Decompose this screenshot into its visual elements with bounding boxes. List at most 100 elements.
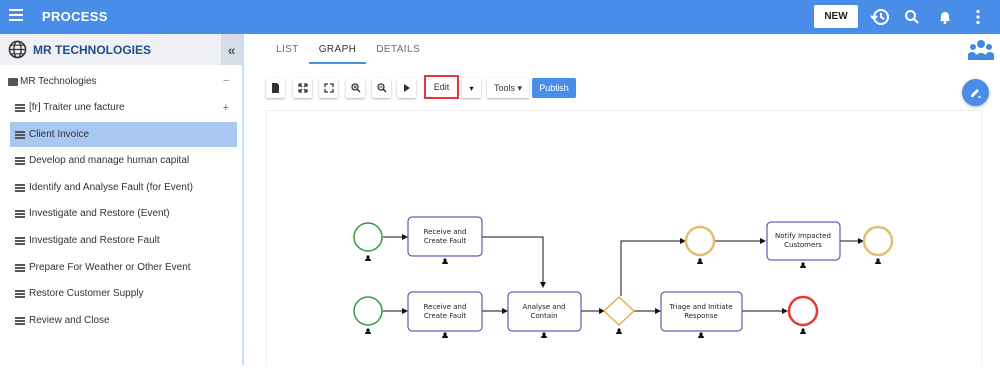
view-tabs: LIST GRAPH DETAILS [266,34,430,64]
graph-canvas[interactable]: Receive and Create Fault Receive and Cre… [266,110,982,365]
task-label: Create Fault [424,237,467,245]
process-icon [15,289,25,298]
task-label: Response [684,312,718,320]
task-label: Customers [784,241,822,249]
tree-item[interactable]: Review and Close [10,308,237,333]
edit-properties-fab[interactable] [962,79,989,106]
folder-icon [8,77,18,86]
tab-graph[interactable]: GRAPH [308,34,367,64]
tree-item-label: Review and Close [29,315,110,326]
collapse-sidebar-button[interactable]: « [221,34,242,65]
arrows-expand-icon [297,83,308,93]
globe-icon [8,40,27,59]
publish-button[interactable]: Publish [532,78,576,98]
app-header: PROCESS NEW [0,0,1000,34]
start-event[interactable] [353,296,383,326]
task-analyse-contain[interactable]: Analyse and Contain [507,291,582,332]
tree-item-label: Investigate and Restore (Event) [29,208,170,219]
tree-item-label: Client Invoice [29,129,90,140]
tree-item-label: Identify and Analyse Fault (for Event) [29,182,193,193]
user-icon [697,258,703,264]
zoom-in-button[interactable] [346,78,365,98]
task-label: Receive and [424,303,467,311]
process-icon [15,263,25,272]
play-button[interactable] [397,78,416,98]
tree-item-label: Restore Customer Supply [29,288,144,299]
task-receive-create-fault-1[interactable]: Receive and Create Fault [407,216,483,257]
user-icon [698,332,704,338]
task-notify-impacted-customers[interactable]: Notify Impacted Customers [766,221,841,261]
task-triage-initiate-response[interactable]: Triage and Initiate Response [660,291,743,332]
document-icon [272,83,279,93]
tree-item[interactable]: Investigate and Restore (Event) [10,201,237,226]
user-icon [616,328,622,334]
task-receive-create-fault-2[interactable]: Receive and Create Fault [407,291,483,332]
user-icon [365,255,371,261]
zoom-out-icon [376,83,387,93]
user-icon [800,328,806,334]
process-icon [15,183,25,192]
end-event[interactable] [862,225,894,257]
process-icon [15,236,25,245]
process-icon [15,316,25,325]
task-label: Create Fault [424,312,467,320]
process-diagram: Receive and Create Fault Receive and Cre… [353,216,894,338]
tree-item-label: Develop and manage human capital [29,155,190,166]
intermediate-event[interactable] [684,225,716,257]
tree-item-label: [fr] Traiter une facture [29,102,125,113]
tab-list[interactable]: LIST [266,34,309,64]
tree-item[interactable]: Identify and Analyse Fault (for Event) [10,175,237,200]
menu-icon[interactable] [9,9,23,23]
zoom-out-button[interactable] [372,78,391,98]
process-icon [15,103,25,112]
task-label: Analyse and [523,303,566,311]
tree-root-label: MR Technologies [20,76,97,87]
tree-item-label: Prepare For Weather or Other Event [29,262,191,273]
tree-item[interactable]: Investigate and Restore Fault [10,228,237,253]
gateway-diamond[interactable] [603,296,635,326]
new-document-button[interactable] [266,78,285,98]
user-icon [800,262,806,268]
tree-item-label: Investigate and Restore Fault [29,235,160,246]
tree-item-selected[interactable]: Client Invoice [10,122,237,147]
expand-tree-toggle[interactable]: + [223,102,229,114]
people-icon[interactable] [968,38,994,62]
tools-dropdown-button[interactable]: Tools ▾ [487,78,529,98]
app-title: PROCESS [42,9,108,24]
tree-item[interactable]: Develop and manage human capital [10,148,237,173]
more-vertical-icon[interactable] [967,6,989,28]
tree-item[interactable]: [fr] Traiter une facture + [10,95,237,120]
task-label: Contain [530,312,557,320]
tree-item[interactable]: Prepare For Weather or Other Event [10,255,237,280]
fit-button[interactable] [293,78,312,98]
user-icon [541,332,547,338]
end-event[interactable] [787,295,819,327]
process-icon [15,156,25,165]
sidebar-header: MR TECHNOLOGIES « [0,34,242,65]
edit-button[interactable]: Edit [424,75,459,99]
tab-details[interactable]: DETAILS [366,34,430,64]
bell-icon[interactable] [934,6,956,28]
user-icon [875,258,881,264]
task-label: Receive and [424,228,467,236]
task-label: Notify Impacted [775,232,831,240]
new-button[interactable]: NEW [814,5,858,28]
sidebar: MR TECHNOLOGIES « MR Technologies − [fr]… [0,34,244,365]
user-icon [365,328,371,334]
pencil-icon [970,88,981,98]
tree-item[interactable]: Restore Customer Supply [10,281,237,306]
collapse-tree-toggle[interactable]: − [223,75,229,87]
process-icon [15,209,25,218]
play-icon [403,84,410,92]
org-title: MR TECHNOLOGIES [33,43,152,57]
user-icon [442,332,448,338]
zoom-in-icon [350,83,361,93]
edit-dropdown-button[interactable]: ▾ [462,78,481,98]
user-icon [442,258,448,264]
fullscreen-button[interactable] [319,78,338,98]
start-event[interactable] [353,222,383,252]
history-icon[interactable] [869,6,891,28]
tree-root-item[interactable]: MR Technologies − [8,75,238,87]
search-icon[interactable] [901,6,923,28]
fullscreen-icon [323,83,334,93]
